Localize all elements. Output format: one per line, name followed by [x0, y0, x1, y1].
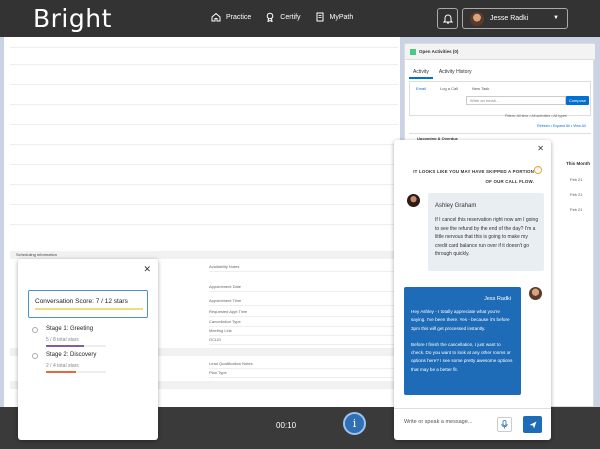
stage-progress-bar [46, 345, 106, 347]
field-cancellation-type: Cancellation Type [209, 319, 394, 327]
score-summary: Conversation Score: 7 / 12 stars [28, 290, 148, 318]
detail-row [10, 57, 398, 65]
field-meeting-link: Meeting Link [209, 328, 394, 336]
conversation-score-panel: ✕ Conversation Score: 7 / 12 stars Stage… [18, 259, 158, 440]
detail-row [10, 137, 398, 145]
message-input[interactable]: Write or speak a message... [404, 419, 472, 425]
nav-certify-label: Certify [280, 13, 301, 21]
stage-stars: 5 / 8 total stars [46, 337, 79, 343]
detail-row [10, 217, 398, 225]
stage-progress-bar [46, 371, 106, 373]
tab-activity[interactable]: Activity [409, 69, 433, 79]
send-button[interactable] [523, 416, 542, 433]
refresh-links[interactable]: Refresh • Expand All • View All [537, 124, 586, 128]
detail-row [10, 177, 398, 185]
warning-icon: ! [534, 166, 542, 174]
badge-icon [266, 12, 274, 22]
nav-practice[interactable]: Practice [211, 12, 251, 22]
open-activities-header: Open Activities (0) [405, 44, 595, 60]
activity-composer: Email Log a Call New Task Write an email… [409, 81, 591, 116]
filters-text[interactable]: Filters: All time • All activities • All… [505, 114, 567, 118]
call-flow-warning: IT LOOKS LIKE YOU MAY HAVE SKIPPED A POR… [413, 169, 534, 184]
activity-tabs: Activity Activity History [409, 69, 472, 79]
main-nav: Practice Certify MyPath [211, 12, 353, 22]
nav-practice-label: Practice [226, 13, 252, 21]
email-input[interactable]: Write an email... [466, 96, 566, 105]
info-icon: i [352, 417, 357, 430]
detail-row [10, 117, 398, 125]
stage-progress-fill [46, 371, 76, 373]
nav-certify[interactable]: Certify [265, 12, 301, 22]
home-icon [211, 12, 221, 22]
sender-name: Ashley Graham [435, 203, 477, 209]
stage-stars: 2 / 4 total stars [46, 363, 79, 369]
stage-radio[interactable] [32, 353, 38, 359]
user-name: Jesse Radki [490, 15, 529, 22]
field-lead-qualification-notes: Lead Qualification Notes [209, 361, 394, 369]
subtab-email[interactable]: Email [416, 86, 426, 91]
activity-icon [410, 49, 416, 55]
microphone-button[interactable] [497, 417, 512, 432]
chat-panel: ✕ IT LOOKS LIKE YOU MAY HAVE SKIPPED A P… [394, 140, 551, 440]
subtab-log-call[interactable]: Log a Call [440, 86, 458, 91]
this-month-label: This Month [566, 161, 590, 166]
field-gclid: GCLID [209, 337, 394, 345]
close-icon[interactable]: ✕ [143, 264, 151, 275]
score-progress-fill [35, 308, 98, 310]
activity-date: Feb 21 [570, 192, 583, 197]
activity-date: Feb 21 [570, 177, 583, 182]
score-progress-bar [35, 308, 143, 310]
nav-mypath-label: MyPath [329, 13, 354, 21]
field-requested-appt-time: Requested Appt Time [209, 309, 394, 317]
message-text: Hey Ashley - I totally appreciate what y… [411, 309, 510, 331]
subtab-new-task[interactable]: New Task [472, 86, 489, 91]
detail-row [10, 157, 398, 165]
chat-composer: Write or speak a message... [394, 408, 551, 440]
field-availability-notes: Availability Notes [209, 264, 394, 272]
info-button[interactable]: i [343, 412, 366, 435]
activity-date: Feb 21 [570, 207, 583, 212]
bell-icon [442, 14, 453, 24]
detail-row [10, 197, 398, 205]
notifications-button[interactable] [437, 8, 458, 29]
sender-name: Jess Radki [484, 296, 511, 302]
open-activities-label: Open Activities (0) [419, 49, 459, 54]
incoming-message: Ashley Graham If I cancel this reservati… [428, 193, 544, 271]
app-logo[interactable]: Bright [33, 4, 112, 33]
nav-mypath[interactable]: MyPath [315, 12, 354, 22]
top-navigation-bar: Bright Practice Certify MyPath Jesse Rad… [0, 0, 600, 37]
composer-subtabs: Email Log a Call New Task [416, 86, 489, 91]
detail-row [10, 77, 398, 85]
user-menu[interactable]: Jesse Radki ▼ [462, 8, 568, 29]
detail-row [10, 97, 398, 105]
message-text: If I cancel this reservation right now a… [435, 217, 539, 257]
message-text: Before I finish the cancellation, I just… [411, 341, 513, 372]
field-plan-type: Plan Type [209, 370, 394, 378]
close-icon[interactable]: ✕ [537, 144, 544, 153]
avatar [470, 11, 484, 26]
avatar [407, 194, 420, 207]
outgoing-message: Jess Radki Hey Ashley - I totally apprec… [404, 287, 521, 395]
send-icon [529, 421, 536, 428]
section-scheduling[interactable]: Scheduling Information [10, 251, 398, 259]
microphone-icon [501, 420, 508, 429]
field-appointment-time: Appointment Time [209, 298, 394, 306]
score-title: Conversation Score: 7 / 12 stars [35, 298, 128, 305]
field-appointment-date: Appointment Date [209, 284, 394, 292]
detail-row [10, 40, 398, 48]
tab-activity-history[interactable]: Activity History [439, 69, 472, 79]
stage-radio[interactable] [32, 327, 38, 333]
stage-progress-fill [46, 345, 84, 347]
call-timer: 00:10 [276, 421, 297, 430]
stage-name: Stage 1: Greeting [46, 326, 94, 332]
avatar [529, 287, 542, 300]
stage-name: Stage 2: Discovery [46, 352, 97, 358]
compose-button[interactable]: Compose [566, 96, 589, 105]
chevron-down-icon: ▼ [553, 15, 559, 21]
document-icon [316, 12, 324, 22]
